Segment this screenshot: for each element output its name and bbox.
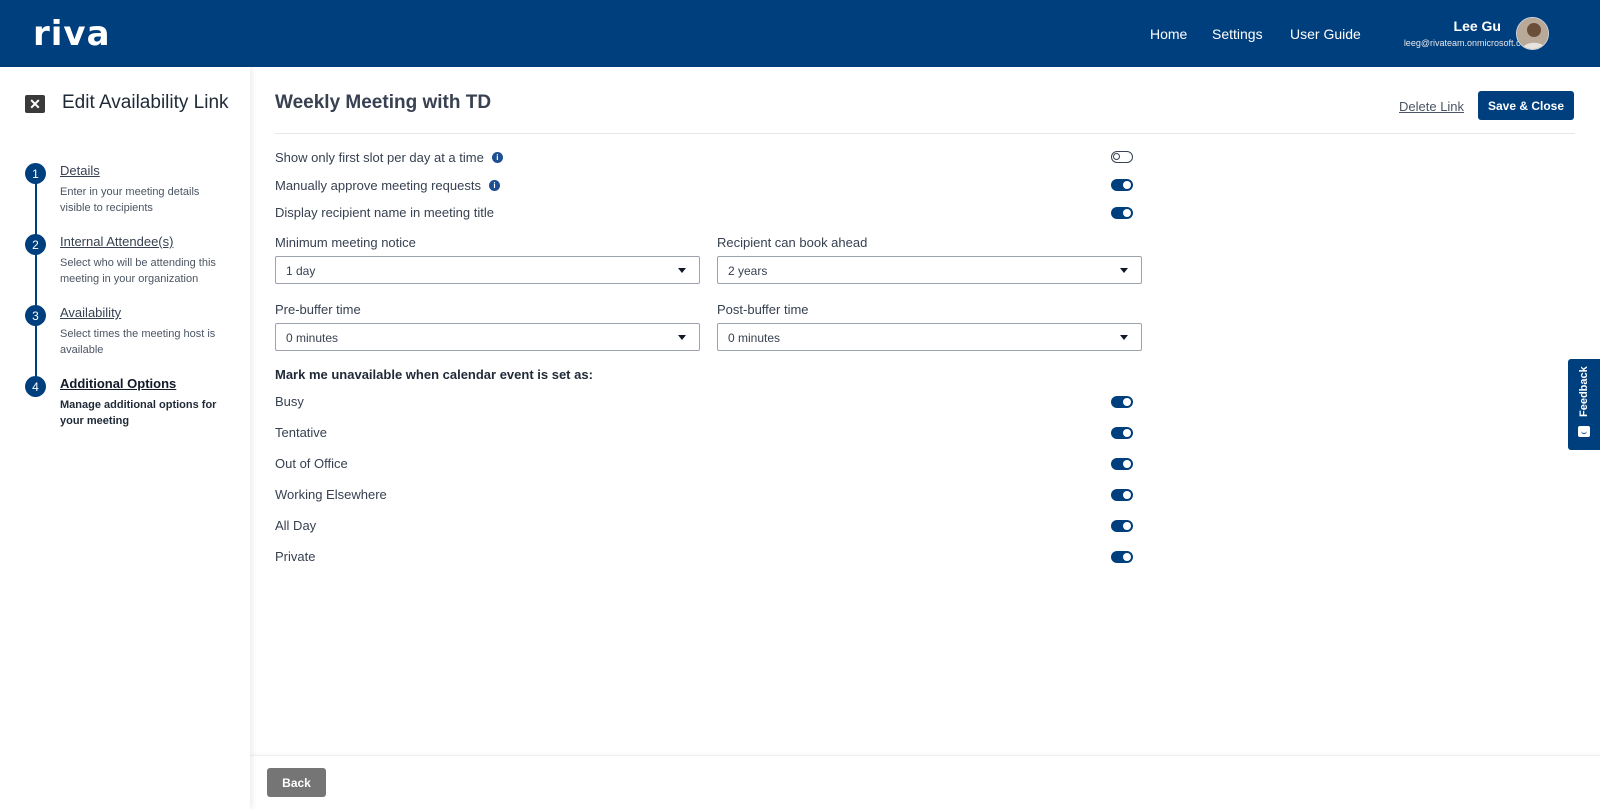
nav-user-guide[interactable]: User Guide bbox=[1290, 26, 1361, 42]
step-number: 3 bbox=[25, 305, 46, 326]
status-private-label: Private bbox=[275, 549, 316, 564]
option-recipient-name: Display recipient name in meeting title bbox=[275, 205, 494, 220]
toggle-all-day[interactable] bbox=[1111, 520, 1133, 532]
select-value: 0 minutes bbox=[728, 331, 781, 345]
step-description: Enter in your meeting details visible to… bbox=[60, 186, 200, 214]
step-title[interactable]: Details bbox=[60, 163, 100, 178]
toggle-busy[interactable] bbox=[1111, 396, 1133, 408]
option-label: Show only first slot per day at a time bbox=[275, 150, 484, 165]
header-divider bbox=[275, 133, 1575, 134]
min-notice-select[interactable]: 1 day bbox=[275, 256, 700, 284]
option-label: Manually approve meeting requests bbox=[275, 178, 481, 193]
option-manual-approve: Manually approve meeting requests i bbox=[275, 178, 500, 193]
feedback-tab[interactable]: Feedback bbox=[1568, 359, 1600, 450]
option-first-slot: Show only first slot per day at a time i bbox=[275, 150, 503, 165]
sidebar-title: Edit Availability Link bbox=[62, 92, 229, 113]
step-description: Select times the meeting host is availab… bbox=[60, 328, 216, 356]
step-title[interactable]: Internal Attendee(s) bbox=[60, 234, 173, 249]
toggle-private[interactable] bbox=[1111, 551, 1133, 563]
status-out-of-office-label: Out of Office bbox=[275, 456, 348, 471]
toggle-first-slot[interactable] bbox=[1111, 151, 1133, 163]
status-busy-label: Busy bbox=[275, 394, 304, 409]
book-ahead-select[interactable]: 2 years bbox=[717, 256, 1142, 284]
avatar-image bbox=[1517, 18, 1548, 49]
post-buffer-label: Post-buffer time bbox=[717, 302, 809, 317]
step-number: 2 bbox=[25, 234, 46, 255]
nav-settings[interactable]: Settings bbox=[1212, 26, 1263, 42]
close-icon[interactable]: ✕ bbox=[25, 95, 45, 113]
toggle-working-elsewhere[interactable] bbox=[1111, 489, 1133, 501]
option-label: Display recipient name in meeting title bbox=[275, 205, 494, 220]
back-button[interactable]: Back bbox=[267, 768, 326, 797]
post-buffer-select[interactable]: 0 minutes bbox=[717, 323, 1142, 351]
step-title[interactable]: Additional Options bbox=[60, 376, 176, 391]
caret-down-icon bbox=[678, 335, 686, 340]
min-notice-label: Minimum meeting notice bbox=[275, 235, 416, 250]
page-title: Weekly Meeting with TD bbox=[275, 92, 492, 113]
info-icon[interactable]: i bbox=[491, 152, 503, 163]
step-number: 1 bbox=[25, 163, 46, 184]
user-email: leeg@rivateam.onmicrosoft.com bbox=[1403, 38, 1533, 48]
status-all-day-label: All Day bbox=[275, 518, 317, 533]
save-close-button[interactable]: Save & Close bbox=[1478, 91, 1574, 120]
toggle-out-of-office[interactable] bbox=[1111, 458, 1133, 470]
step-description: Select who will be attending this meetin… bbox=[60, 257, 216, 285]
steps-sidebar: ✕ Edit Availability Link 1 Details Enter… bbox=[0, 67, 250, 809]
main-content: Weekly Meeting with TD Delete Link Save … bbox=[250, 67, 1600, 755]
select-value: 2 years bbox=[728, 264, 768, 278]
top-header: riva Home Settings User Guide Lee Gu lee… bbox=[0, 0, 1600, 67]
feedback-label: Feedback bbox=[1578, 366, 1590, 418]
status-tentative-label: Tentative bbox=[275, 425, 328, 440]
toggle-manual-approve[interactable] bbox=[1111, 179, 1133, 191]
nav-home[interactable]: Home bbox=[1150, 26, 1187, 42]
caret-down-icon bbox=[678, 268, 686, 273]
caret-down-icon bbox=[1120, 268, 1128, 273]
unavailable-heading: Mark me unavailable when calendar event … bbox=[275, 367, 593, 382]
step-description: Manage additional options for your meeti… bbox=[60, 399, 217, 427]
caret-down-icon bbox=[1120, 335, 1128, 340]
toggle-tentative[interactable] bbox=[1111, 427, 1133, 439]
step-number: 4 bbox=[25, 376, 46, 397]
footer-bar: Back bbox=[250, 755, 1600, 809]
info-icon[interactable]: i bbox=[488, 180, 500, 191]
steps-connector bbox=[35, 174, 37, 382]
pre-buffer-select[interactable]: 0 minutes bbox=[275, 323, 700, 351]
avatar[interactable] bbox=[1516, 17, 1549, 50]
step-title[interactable]: Availability bbox=[60, 305, 121, 320]
toggle-recipient-name[interactable] bbox=[1111, 207, 1133, 219]
status-working-elsewhere-label: Working Elsewhere bbox=[275, 487, 387, 502]
delete-link-button[interactable]: Delete Link bbox=[1399, 99, 1464, 114]
book-ahead-label: Recipient can book ahead bbox=[717, 235, 868, 250]
feedback-icon bbox=[1578, 426, 1590, 437]
riva-logo[interactable]: riva bbox=[33, 17, 111, 51]
select-value: 1 day bbox=[286, 264, 316, 278]
pre-buffer-label: Pre-buffer time bbox=[275, 302, 361, 317]
user-name: Lee Gu bbox=[1453, 18, 1501, 34]
select-value: 0 minutes bbox=[286, 331, 339, 345]
